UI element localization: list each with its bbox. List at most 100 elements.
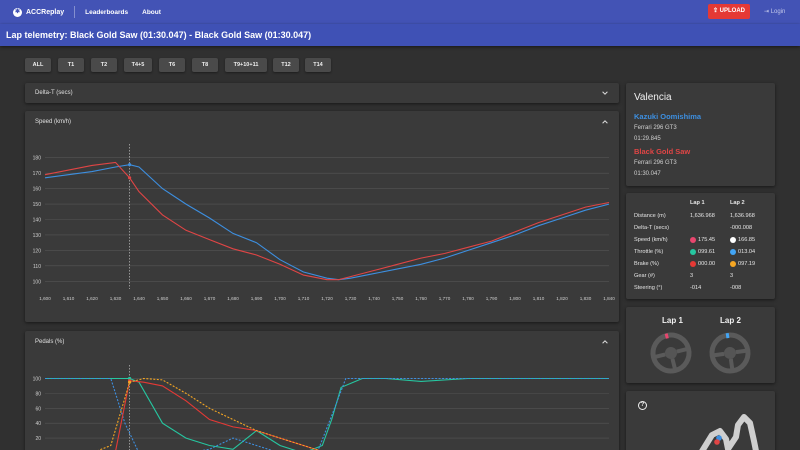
steering-wheel-card: Lap 1 Lap 2 (626, 307, 775, 383)
login-icon: ⇥ (764, 9, 771, 15)
row-label-distance: Distance (m) (634, 213, 666, 219)
x-tick-label: 1,620 (86, 296, 98, 301)
x-tick-label: 1,800 (509, 296, 521, 301)
y-tick-label: 150 (33, 202, 42, 208)
track-map[interactable] (626, 391, 775, 450)
throttle-lap1: 099.61 (698, 249, 716, 255)
pedals-chart[interactable]: 20 40 60 80 100 (25, 331, 619, 450)
row-label-steering: Steering (°) (634, 285, 663, 291)
cursor-marker (128, 163, 132, 167)
x-tick-label: 1,840 (603, 296, 615, 301)
nav-divider (74, 6, 76, 18)
y-tick-label: 20 (35, 436, 41, 442)
title-bar: Lap telemetry: Black Gold Saw (01:30.047… (0, 24, 800, 46)
x-tick-label: 1,830 (580, 296, 592, 301)
throttle-lap1-dot (690, 249, 696, 255)
chip-t8[interactable]: T8 (192, 58, 218, 72)
driver2-name[interactable]: Black Gold Saw (634, 147, 690, 156)
row-label-gear: Gear (#) (634, 273, 655, 279)
chip-t1[interactable]: T1 (58, 58, 84, 72)
y-tick-label: 80 (35, 391, 41, 397)
throttle-lap2-dot (730, 249, 736, 255)
brand-logo-icon: ✱ (13, 7, 22, 17)
y-tick-label: 130 (33, 233, 42, 239)
brake-lap1-dot (690, 261, 696, 267)
x-tick-label: 1,710 (298, 296, 310, 301)
top-navbar: ✱ ACCReplay Leaderboards About ⇪ UPLOAD … (0, 0, 800, 24)
chip-t9-10-11[interactable]: T9+10+11 (225, 58, 267, 72)
nav-leaderboards[interactable]: Leaderboards (85, 9, 128, 16)
x-tick-label: 1,670 (204, 296, 216, 301)
chevron-down-icon[interactable] (601, 89, 609, 97)
speed-chart[interactable]: 100 110 120 130 140 150 160 170 180 1,600 1,610 1,6… (25, 111, 619, 322)
x-tick-label: 1,780 (462, 296, 474, 301)
row-label-speed: Speed (km/h) (634, 237, 668, 243)
driver2-car: Ferrari 296 GT3 (634, 160, 677, 166)
row-label-delta: Delta-T (secs) (634, 225, 670, 231)
x-tick-label: 1,690 (251, 296, 263, 301)
x-tick-label: 1,630 (110, 296, 122, 301)
steering-lap2: -008 (730, 285, 742, 291)
x-tick-label: 1,740 (368, 296, 380, 301)
steering-wheel-lap1-icon (650, 332, 692, 374)
upload-label: UPLOAD (719, 8, 746, 14)
row-label-brake: Brake (%) (634, 261, 659, 267)
x-tick-label: 1,810 (533, 296, 545, 301)
login-label: Login (770, 9, 786, 15)
y-tick-label: 140 (33, 218, 42, 224)
page-title: Lap telemetry: Black Gold Saw (01:30.047… (6, 30, 312, 40)
x-tick-label: 1,770 (439, 296, 451, 301)
speed-lap1: 175.45 (698, 237, 716, 243)
gear-lap2: 3 (730, 273, 734, 279)
chip-t4-5[interactable]: T4+5 (124, 58, 152, 72)
brand-name: ACCReplay (26, 8, 65, 16)
track-outline (699, 414, 759, 450)
wheel-lap1-label: Lap 1 (662, 316, 683, 325)
brake-lap2: 097.19 (738, 261, 756, 267)
upload-icon: ⇪ (712, 8, 720, 14)
steering-lap1: -014 (690, 285, 702, 291)
driver1-name[interactable]: Kazuki Oomishima (634, 112, 701, 121)
chip-t2[interactable]: T2 (91, 58, 117, 72)
distance-lap2: 1,636.968 (730, 213, 755, 219)
driver1-car: Ferrari 296 GT3 (634, 125, 677, 131)
brand[interactable]: ✱ ACCReplay (13, 7, 65, 17)
throttle-lap2: 013.04 (738, 249, 756, 255)
y-tick-label: 40 (35, 421, 41, 427)
chip-t14[interactable]: T14 (305, 58, 331, 72)
x-tick-label: 1,760 (415, 296, 427, 301)
pedals-panel: Pedals (%) 20 40 60 80 100 (25, 331, 619, 450)
y-tick-label: 110 (33, 264, 41, 270)
y-tick-label: 170 (33, 171, 42, 177)
login-link[interactable]: ⇥ Login (764, 8, 785, 15)
gear-lap1: 3 (690, 273, 694, 279)
wheel-lap2-label: Lap 2 (720, 316, 741, 325)
x-tick-label: 1,640 (133, 296, 145, 301)
x-tick-label: 1,720 (321, 296, 333, 301)
y-tick-label: 160 (33, 187, 42, 193)
lap2-header: Lap 2 (730, 200, 745, 206)
track-map-card: ? (626, 391, 775, 450)
y-tick-label: 60 (35, 406, 41, 412)
x-tick-label: 1,660 (180, 296, 192, 301)
lap2-position-marker (714, 439, 720, 445)
session-card: Valencia Kazuki Oomishima Ferrari 296 GT… (626, 83, 775, 186)
steering-wheel-lap2-icon (709, 332, 751, 374)
delta-lap2: -000.008 (730, 225, 753, 231)
nav-about[interactable]: About (142, 9, 161, 16)
x-tick-label: 1,730 (345, 296, 357, 301)
distance-lap1: 1,636.968 (690, 213, 715, 219)
chip-t6[interactable]: T6 (159, 58, 185, 72)
y-tick-label: 100 (33, 279, 42, 285)
x-tick-label: 1,650 (157, 296, 169, 301)
speed-lap1-dot (690, 237, 696, 243)
upload-button[interactable]: ⇪ UPLOAD (708, 4, 750, 19)
chip-t12[interactable]: T12 (273, 58, 299, 72)
delta-panel[interactable]: Delta-T (secs) (25, 83, 619, 103)
x-tick-label: 1,610 (63, 296, 75, 301)
speed-lap2-dot (730, 237, 736, 243)
x-tick-label: 1,600 (39, 296, 51, 301)
chip-all[interactable]: ALL (25, 58, 51, 72)
speed-panel: Speed (km/h) 100 110 120 130 140 150 160 170 180… (25, 111, 619, 322)
lap1-header: Lap 1 (690, 200, 705, 206)
